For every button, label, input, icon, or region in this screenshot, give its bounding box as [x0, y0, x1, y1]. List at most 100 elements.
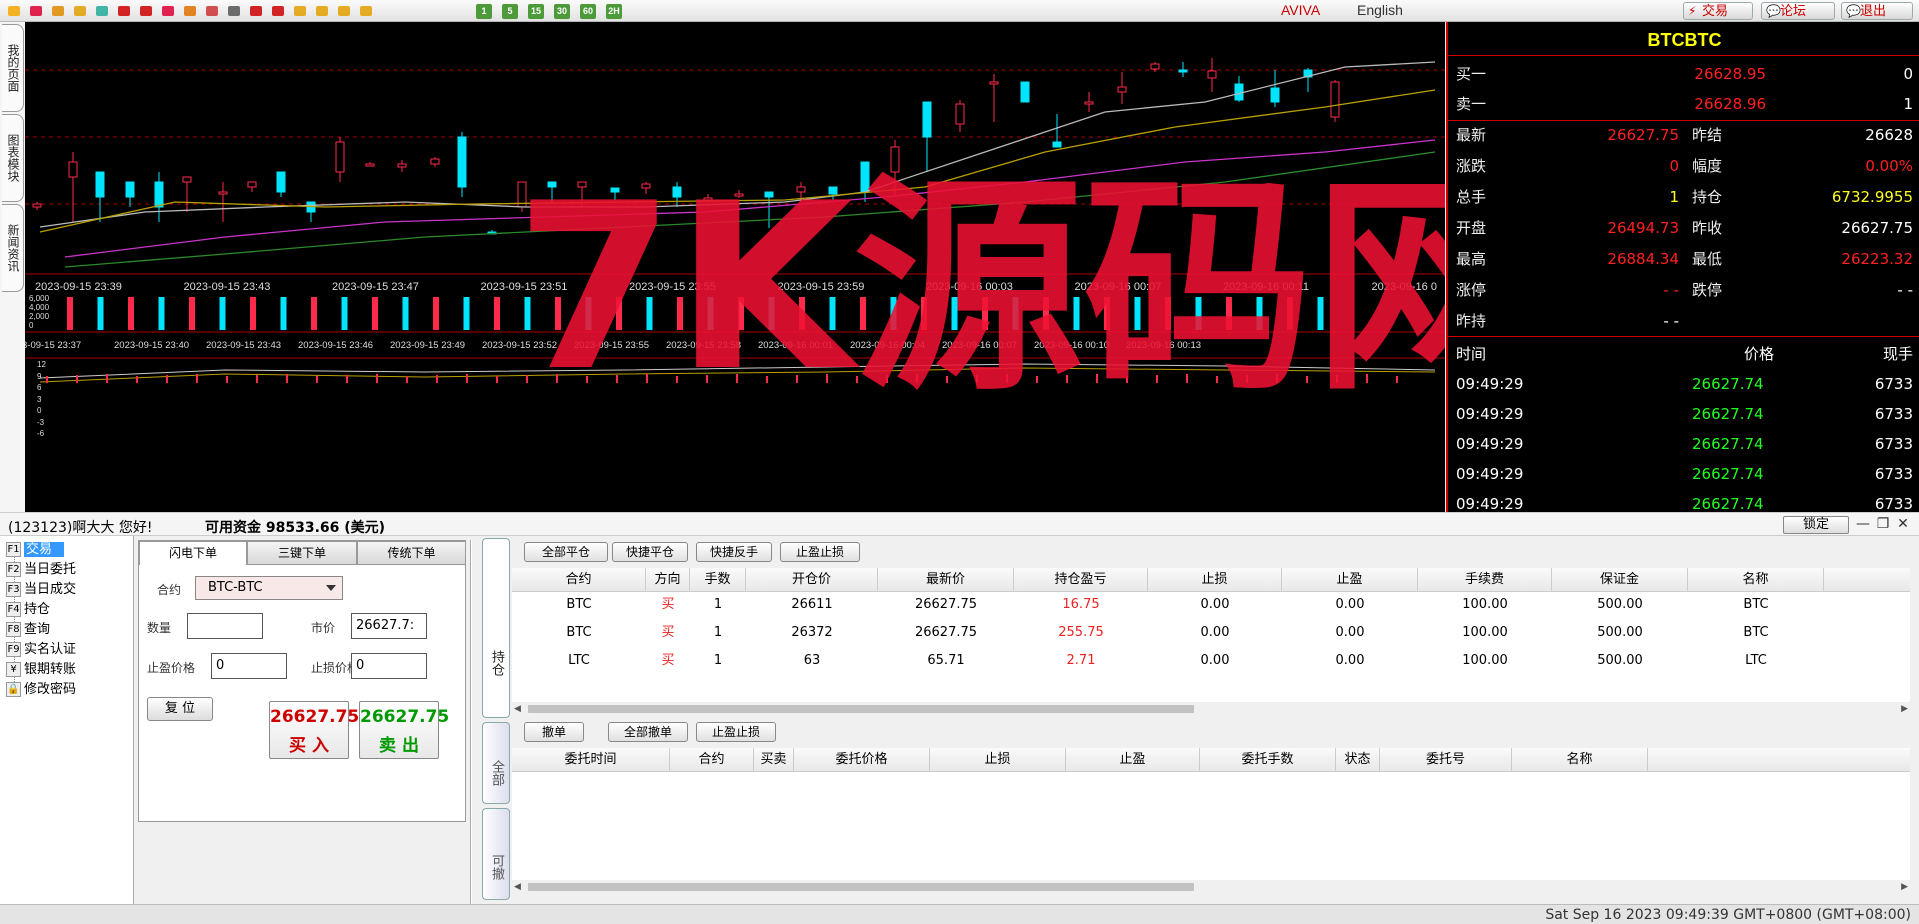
brush-icon[interactable]: [182, 3, 198, 19]
column-header[interactable]: 名称: [1688, 568, 1824, 592]
scroll-thumb[interactable]: [528, 883, 1194, 891]
brand-label[interactable]: AVIVA: [1281, 2, 1320, 18]
position-action-button[interactable]: 全部平仓: [524, 542, 608, 562]
buy-button[interactable]: 26627.75 买 入: [269, 701, 359, 759]
period-button-1[interactable]: 1: [476, 4, 492, 19]
column-header[interactable]: 委托价格: [794, 748, 930, 772]
position-action-button[interactable]: 快捷反手: [696, 542, 772, 562]
menu-item-4[interactable]: F8 查询: [6, 620, 50, 640]
column-header[interactable]: 止损: [930, 748, 1066, 772]
period-button-15[interactable]: 15: [528, 4, 544, 19]
scroll-right-icon[interactable]: ▶: [1901, 882, 1908, 892]
column-header[interactable]: 方向: [646, 568, 690, 592]
column-header[interactable]: 止盈: [1282, 568, 1418, 592]
day-icon[interactable]: [292, 3, 308, 19]
menu-item-5[interactable]: F9 实名认证: [6, 640, 76, 660]
scroll-left-icon[interactable]: ◀: [514, 882, 521, 892]
restore-icon[interactable]: ❐: [1875, 516, 1891, 532]
menu-item-6[interactable]: ¥ 银期转账: [6, 660, 76, 680]
folder-icon[interactable]: [72, 3, 88, 19]
table-row[interactable]: BTC 买 1 26611 26627.75 16.75 0.00 0.00 100.00 500…: [512, 593, 1910, 617]
sell-button[interactable]: 26627.75 卖 出: [359, 701, 449, 759]
column-header[interactable]: 持仓盈亏: [1014, 568, 1148, 592]
menu-item-7[interactable]: 🔒 修改密码: [6, 680, 76, 700]
period-button-60[interactable]: 60: [580, 4, 596, 19]
orders-scrollbar[interactable]: ◀ ▶: [512, 881, 1910, 893]
menu-item-2[interactable]: F3 当日成交: [6, 580, 76, 600]
period-button-2H[interactable]: 2H: [606, 4, 622, 19]
column-header[interactable]: 手数: [690, 568, 746, 592]
take-profit-input[interactable]: 0: [211, 653, 287, 679]
order-action-button[interactable]: 全部撤单: [608, 722, 688, 742]
order-action-button[interactable]: 撤单: [524, 722, 584, 742]
column-header[interactable]: 手续费: [1418, 568, 1552, 592]
symbol-select[interactable]: BTC-BTC: [195, 576, 343, 600]
reset-button[interactable]: 复 位: [147, 697, 213, 721]
table-row[interactable]: LTC 买 1 63 65.71 2.71 0.00 0.00 100.00 500.00 LTC: [512, 649, 1910, 673]
column-header[interactable]: 委托号: [1380, 748, 1512, 772]
splitter[interactable]: [470, 540, 472, 904]
zoom-out-icon[interactable]: [138, 3, 154, 19]
period-button-30[interactable]: 30: [554, 4, 570, 19]
tab-all-orders[interactable]: 全部: [482, 722, 510, 804]
refresh-icon[interactable]: [94, 3, 110, 19]
filter-icon[interactable]: [204, 3, 220, 19]
menu-item-1[interactable]: F2 当日委托: [6, 560, 76, 580]
column-header[interactable]: 买卖: [754, 748, 794, 772]
bid-row[interactable]: 买一 26628.95 0: [1448, 59, 1919, 89]
position-action-button[interactable]: 快捷平仓: [612, 542, 688, 562]
close-x-icon[interactable]: [358, 3, 374, 19]
column-header[interactable]: 最新价: [878, 568, 1014, 592]
column-header[interactable]: 保证金: [1552, 568, 1688, 592]
language-link[interactable]: English: [1357, 2, 1403, 18]
price-input[interactable]: 26627.7:: [351, 613, 427, 639]
order-action-button[interactable]: 止盈止损: [696, 722, 776, 742]
forum-button[interactable]: 💬论坛: [1761, 2, 1835, 20]
menu-item-3[interactable]: F4 持仓: [6, 600, 50, 620]
back-icon[interactable]: [6, 3, 22, 19]
column-header[interactable]: 开仓价: [746, 568, 878, 592]
scroll-left-icon[interactable]: ◀: [514, 704, 521, 714]
zoom-in-icon[interactable]: [116, 3, 132, 19]
table-icon[interactable]: [226, 3, 242, 19]
column-header[interactable]: 委托手数: [1200, 748, 1336, 772]
menu-item-0[interactable]: F1 交易: [6, 540, 65, 560]
close-icon[interactable]: ✕: [1895, 516, 1911, 532]
lock-button[interactable]: 锁定: [1783, 516, 1849, 534]
table-row[interactable]: BTC 买 1 26372 26627.75 255.75 0.00 0.00 100.00 50…: [512, 621, 1910, 645]
column-header[interactable]: 止损: [1148, 568, 1282, 592]
column-header[interactable]: 合约: [512, 568, 646, 592]
column-header[interactable]: 止盈: [1066, 748, 1200, 772]
column-header[interactable]: 名称: [1512, 748, 1648, 772]
side-tab-my-page[interactable]: 我的页面: [2, 24, 24, 112]
scroll-thumb[interactable]: [528, 705, 1194, 713]
tab-flash-order[interactable]: 闪电下单: [139, 541, 247, 565]
month-icon[interactable]: [336, 3, 352, 19]
stop-loss-input[interactable]: 0: [351, 653, 427, 679]
pen-icon[interactable]: [160, 3, 176, 19]
tab-cancellable[interactable]: 可撤: [482, 808, 510, 900]
logout-button[interactable]: 💬退出: [1841, 2, 1913, 20]
position-action-button[interactable]: 止盈止损: [780, 542, 860, 562]
trend-icon[interactable]: [270, 3, 286, 19]
side-tab-news[interactable]: 新闻资讯: [2, 204, 24, 292]
positions-scrollbar[interactable]: ◀ ▶: [512, 703, 1910, 715]
qty-input[interactable]: [187, 613, 263, 639]
book-icon[interactable]: [50, 3, 66, 19]
column-header[interactable]: 合约: [670, 748, 754, 772]
tab-positions[interactable]: 持仓: [482, 538, 510, 718]
tab-traditional-order[interactable]: 传统下单: [357, 541, 466, 565]
column-header[interactable]: 委托时间: [512, 748, 670, 772]
week-icon[interactable]: [314, 3, 330, 19]
column-header[interactable]: 状态: [1336, 748, 1380, 772]
scroll-right-icon[interactable]: ▶: [1901, 704, 1908, 714]
home-icon[interactable]: [28, 3, 44, 19]
line-chart-icon[interactable]: [248, 3, 264, 19]
kline-chart[interactable]: 2023-09-15 23:39 2023-09-15 23:43 2023-09-…: [25, 22, 1445, 512]
ask-row[interactable]: 卖一 26628.96 1: [1448, 89, 1919, 119]
minimize-icon[interactable]: —: [1855, 516, 1871, 532]
period-button-5[interactable]: 5: [502, 4, 518, 19]
trade-button[interactable]: ⚡ 交易: [1683, 2, 1753, 20]
side-tab-chart-module[interactable]: 图表模块: [2, 114, 24, 202]
tab-three-key-order[interactable]: 三键下单: [247, 541, 357, 565]
